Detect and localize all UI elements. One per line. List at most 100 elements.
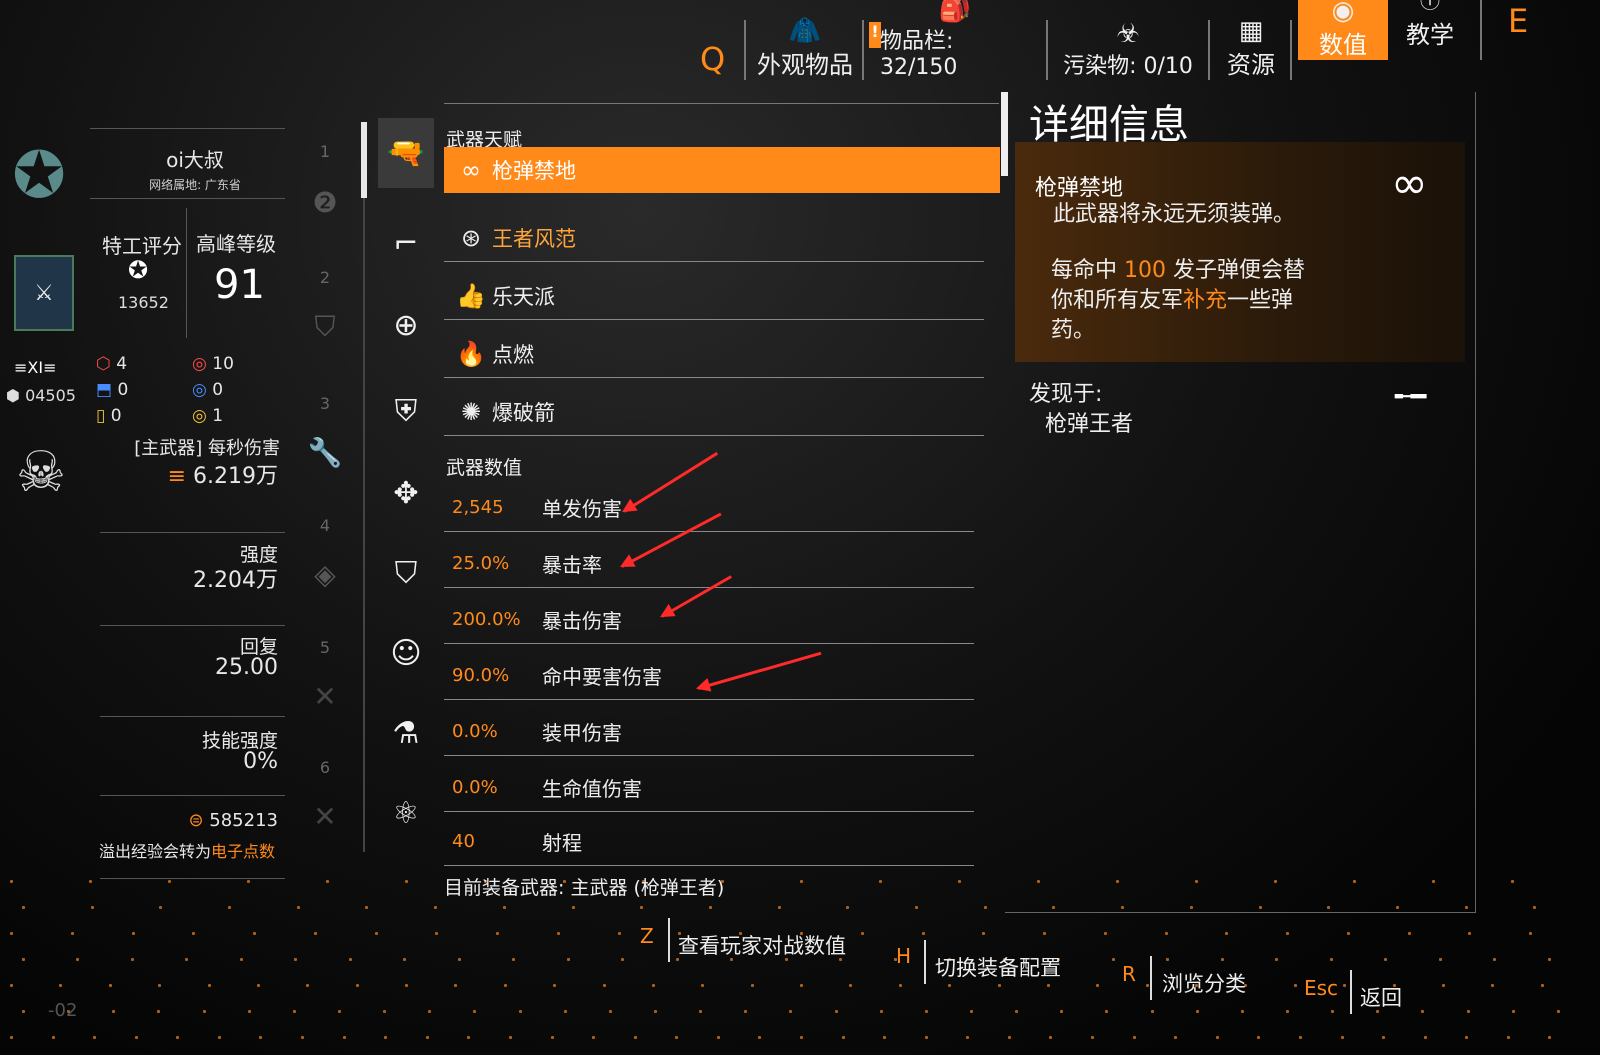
talent-item[interactable]: ✺ 爆破箭	[444, 389, 984, 436]
rank-badge: ≡XI≡	[14, 358, 57, 377]
prev-tab-key[interactable]: Q	[700, 40, 725, 78]
talent-item[interactable]: 🔥 点燃	[444, 331, 984, 378]
stat-value: 0.0%	[452, 720, 498, 742]
crosshair-icon: ⊕	[393, 307, 419, 343]
flame-icon: 🔥	[456, 340, 486, 368]
divider	[100, 878, 285, 879]
found-item: 枪弹王者	[1045, 412, 1134, 437]
category-crosshair[interactable]: ⊕	[378, 290, 434, 360]
target-icon: ◉	[1331, 0, 1355, 26]
loadout-slots: 1 ❷ 2 ⛉ 3 🔧 4 ◈ 5 ✕ 6 ✕	[300, 120, 355, 850]
hint-label[interactable]: 切换装备配置	[935, 952, 1061, 982]
weapon-stat-row: 40 射程	[444, 817, 974, 866]
talent-item[interactable]: 👍 乐天派	[444, 273, 984, 320]
highlight-word: 补充	[1183, 288, 1228, 313]
crown-swirl-icon: ⊛	[460, 224, 482, 252]
offense-mod-icon: ◎	[192, 354, 207, 374]
divider	[444, 103, 999, 104]
weapon-stat-row: 25.0% 暴击率	[444, 539, 974, 588]
dps-label: [主武器] 每秒伤害	[134, 438, 280, 459]
divider	[100, 625, 285, 626]
yellow-count-a: ▯ 0	[96, 406, 122, 426]
regen-value: 25.00	[215, 655, 278, 680]
slot-number: 6	[319, 758, 331, 777]
stat-value: 2,545	[452, 496, 504, 518]
category-skill[interactable]: ⚗	[378, 698, 434, 768]
credits: ⊜ 585213	[100, 810, 278, 831]
divider	[1046, 20, 1048, 80]
category-weapon[interactable]: ⌐	[378, 208, 434, 278]
agent-score: 13652	[118, 293, 169, 312]
empty-slot-icon[interactable]: ✕	[300, 680, 350, 713]
highlight-number: 100	[1124, 258, 1166, 283]
hint-key[interactable]: Esc	[1304, 976, 1338, 1000]
talent-name: 枪弹禁地	[492, 159, 576, 183]
tab-stats-label: 数值	[1319, 31, 1367, 59]
red-count-a: ⬡ 4	[96, 354, 127, 374]
hint-key[interactable]: H	[896, 944, 911, 968]
dps: ≡ 6.219万	[100, 458, 278, 490]
weapon-stat-row: 0.0% 生命值伤害	[444, 763, 974, 812]
hint-label[interactable]: 查看玩家对战数值	[678, 930, 846, 960]
stat-value: 25.0%	[452, 552, 510, 574]
vest-icon: ⛨	[394, 393, 418, 429]
star-icon: ✪	[128, 256, 149, 284]
skill-icon: ⚗	[392, 715, 420, 751]
talent-item[interactable]: ⊛ 王者风范	[444, 215, 984, 262]
hint-key[interactable]: Z	[640, 924, 654, 948]
stat-name: 单发伤害	[542, 496, 622, 521]
tab-tutorial[interactable]: ⓘ 教学	[1400, 0, 1460, 50]
detail-line: 每命中 100 发子弹便会替	[1051, 252, 1305, 284]
weapon-stat-row: 0.0% 装甲伤害	[444, 707, 974, 756]
hint-label[interactable]: 返回	[1360, 982, 1402, 1012]
tab-resources[interactable]: ▦ 资源	[1220, 0, 1282, 80]
stat-name: 生命值伤害	[542, 776, 642, 801]
defense-icon: ⬒	[96, 380, 113, 400]
slot-number: 3	[319, 394, 331, 413]
divider	[1480, 0, 1482, 60]
tab-inventory[interactable]: 🎒 物品栏: 32/150	[880, 0, 1030, 80]
category-armor[interactable]: ✥	[378, 458, 434, 528]
hint-label[interactable]: 浏览分类	[1162, 968, 1246, 998]
empty-slot-icon[interactable]: ✕	[300, 800, 350, 833]
rank-points: ⬢ 04505	[6, 386, 76, 405]
ammo-icon: ≡	[167, 464, 194, 489]
peak-level: 91	[214, 262, 265, 308]
corner-number: -02	[48, 1000, 78, 1021]
thumbs-up-icon: 👍	[456, 282, 486, 310]
detail-line: 你和所有友军补充一些弹	[1051, 282, 1293, 314]
slot-icon[interactable]: ❷	[300, 186, 350, 219]
tab-contaminated[interactable]: ☣ 污染物: 0/10	[1058, 0, 1198, 80]
hint-key[interactable]: R	[1122, 962, 1136, 986]
credits-icon: ⊜	[188, 810, 210, 831]
faction-emblem-icon: ✪	[12, 139, 66, 213]
tab-appearance[interactable]: 🧥 外观物品	[755, 0, 855, 80]
category-health[interactable]: ☺	[378, 618, 434, 688]
diamond-slot-icon[interactable]: ◈	[300, 558, 350, 591]
overflow-highlight: 电子点数	[210, 842, 275, 861]
player-location: 网络属地: 广东省	[149, 178, 241, 192]
category-shield[interactable]: ⛉	[378, 538, 434, 608]
backpack-icon: 🎒	[938, 0, 972, 24]
weapon-stat-row: 2,545 单发伤害	[444, 483, 974, 532]
category-misc[interactable]: ⚛	[378, 778, 434, 848]
shield-slot-icon[interactable]: ⛉	[300, 310, 350, 344]
category-weapon-talent[interactable]: 🔫	[378, 118, 434, 188]
next-tab-key[interactable]: E	[1508, 2, 1528, 40]
slot-number: 2	[319, 268, 331, 287]
text: 你和所有友军	[1051, 288, 1184, 313]
wrench-slot-icon[interactable]: 🔧	[300, 436, 350, 469]
dps-value: 6.219万	[193, 464, 278, 489]
armor-value: 2.204万	[193, 568, 278, 593]
equipped-weapon: 目前装备武器: 主武器 (枪弹王者)	[444, 877, 725, 899]
category-armor-talent[interactable]: ⛨	[378, 376, 434, 446]
blue-count-b: ◎ 0	[192, 380, 223, 400]
divider	[90, 198, 285, 199]
blue-count-a: ⬒ 0	[96, 380, 128, 400]
tab-stats[interactable]: ◉ 数值	[1298, 0, 1388, 60]
talent-item[interactable]: ∞ 枪弹禁地	[444, 147, 1000, 193]
explosive-bolt-icon: ✺	[460, 398, 482, 426]
stat-value: 40	[452, 830, 475, 852]
scrollbar[interactable]	[361, 122, 367, 198]
stat-name: 装甲伤害	[542, 720, 622, 745]
